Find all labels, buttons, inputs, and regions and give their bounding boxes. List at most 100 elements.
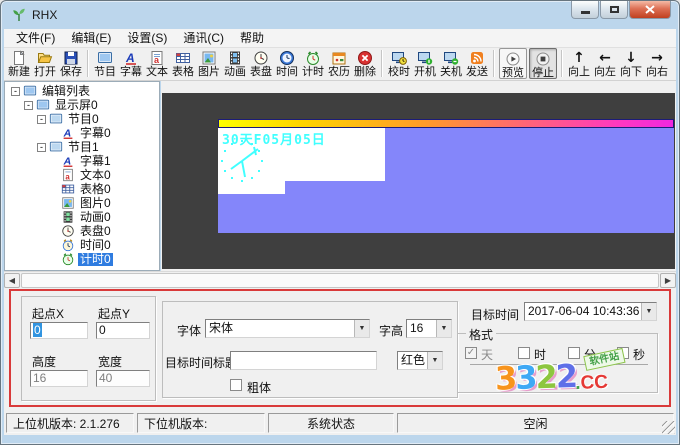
tree-item-display0[interactable]: - 显示屏0 (5, 98, 159, 112)
toolbar-subtitle-button[interactable]: A 字幕 (118, 48, 144, 78)
target-time-label: 目标时间 (471, 308, 520, 322)
maximize-icon (609, 6, 619, 13)
dropdown-button[interactable]: ▼ (641, 303, 656, 320)
toolbar-program-button[interactable]: 节目 (92, 48, 118, 78)
dropdown-button[interactable]: ▼ (436, 320, 451, 337)
tree-item-time0[interactable]: 时间0 (5, 238, 159, 252)
tree-item-table0[interactable]: 表格0 (5, 182, 159, 196)
title-bar: RHX (1, 1, 679, 29)
toolbar-separator (493, 50, 495, 77)
dropdown-button[interactable]: ▼ (354, 320, 369, 337)
resize-grip[interactable] (662, 421, 675, 434)
toolbar-separator (381, 50, 383, 77)
target-time-title-input[interactable] (230, 351, 377, 370)
toolbar-animation-button[interactable]: 动画 (222, 48, 248, 78)
font-combobox[interactable]: 宋体 ▼ (205, 319, 370, 338)
start-y-input[interactable]: 0 (96, 322, 150, 339)
toolbar-move-left-button[interactable]: ← 向左 (592, 48, 618, 78)
color-combobox[interactable]: 红色 ▼ (397, 351, 443, 370)
toolbar-sync-time-button[interactable]: 校时 (386, 48, 412, 78)
toolbar-preview-button[interactable]: 预览 (499, 48, 527, 79)
toolbar-time-button[interactable]: 时间 (274, 48, 300, 78)
toolbar-save-button[interactable]: 保存 (58, 48, 84, 78)
target-time-picker[interactable]: 2017-06-04 10:43:36 ▼ (524, 302, 657, 321)
toolbar-power-on-button[interactable]: 开机 (412, 48, 438, 78)
dropdown-button[interactable]: ▼ (427, 352, 442, 369)
close-button[interactable] (629, 1, 671, 19)
menu-help[interactable]: 帮助 (232, 29, 272, 48)
close-icon (645, 5, 655, 14)
format-hour-checkbox[interactable] (518, 347, 530, 359)
time-clock-icon (61, 238, 75, 252)
format-day-checkbox[interactable]: ✓ (465, 347, 477, 359)
toolbar-dial-button[interactable]: 表盘 (248, 48, 274, 78)
toolbar-timer-button[interactable]: 计时 (300, 48, 326, 78)
collapse-toggle[interactable]: - (11, 86, 20, 96)
width-input[interactable]: 40 (96, 370, 150, 387)
maximize-button[interactable] (600, 1, 628, 19)
tree-item-subtitle1[interactable]: A 字幕1 (5, 154, 159, 168)
tree-item-timer0[interactable]: 计时0 (5, 252, 159, 266)
menu-settings[interactable]: 设置(S) (119, 29, 175, 48)
toolbar-new-button[interactable]: 新建 (6, 48, 32, 78)
toolbar: 新建 打开 保存 节目 A 字幕 a 文本 表格 图片 动画 表盘 时间 计时 … (4, 48, 676, 81)
start-x-input[interactable]: 0 (30, 322, 88, 339)
collapse-toggle[interactable]: - (24, 100, 33, 110)
height-input[interactable]: 16 (30, 370, 88, 387)
tree-item-program0[interactable]: - 节目0 (5, 112, 159, 126)
gradient-bar-element[interactable] (218, 119, 674, 128)
toolbar-separator (87, 50, 89, 77)
horizontal-scrollbar[interactable]: ◀ ▶ (4, 271, 676, 288)
chevron-down-icon: ▼ (440, 325, 448, 332)
toolbar-move-up-button[interactable]: ↑ 向上 (566, 48, 592, 78)
bold-label: 粗体 (247, 381, 272, 395)
menu-bar: 文件(F) 编辑(E) 设置(S) 通讯(C) 帮助 (4, 29, 676, 48)
preview-panel: 30天F05月05日 (161, 81, 676, 271)
toolbar-stop-button[interactable]: 停止 (529, 48, 557, 79)
tree-item-dial0[interactable]: 表盘0 (5, 224, 159, 238)
toolbar-move-right-button[interactable]: → 向右 (644, 48, 670, 78)
toolbar-text-button[interactable]: a 文本 (144, 48, 170, 78)
menu-file[interactable]: 文件(F) (8, 29, 63, 48)
picture-icon (61, 196, 75, 210)
scrollbar-thumb[interactable] (21, 273, 659, 288)
film-strip-icon (227, 50, 243, 66)
tree-item-picture0[interactable]: 图片0 (5, 196, 159, 210)
menu-comm[interactable]: 通讯(C) (175, 29, 232, 48)
timer-clock-icon (61, 252, 75, 266)
target-time-title-label: 目标时间标题 (165, 356, 238, 370)
analog-clock-element[interactable] (218, 137, 266, 185)
power-off-icon (443, 50, 459, 66)
bold-checkbox[interactable] (230, 379, 242, 391)
collapse-toggle[interactable]: - (37, 114, 46, 124)
minimize-button[interactable] (571, 1, 599, 19)
tree-item-subtitle0[interactable]: A 字幕0 (5, 126, 159, 140)
tree-item-program1[interactable]: - 节目1 (5, 140, 159, 154)
toolbar-move-down-button[interactable]: ↓ 向下 (618, 48, 644, 78)
toolbar-open-button[interactable]: 打开 (32, 48, 58, 78)
tree-item-animation0[interactable]: 动画0 (5, 210, 159, 224)
scroll-left-button[interactable]: ◀ (4, 273, 20, 288)
toolbar-lunar-button[interactable]: 农历 (326, 48, 352, 78)
height-label: 高度 (32, 355, 57, 369)
toolbar-table-button[interactable]: 表格 (170, 48, 196, 78)
menu-edit[interactable]: 编辑(E) (63, 29, 119, 48)
tree-item-text0[interactable]: a 文本0 (5, 168, 159, 182)
scroll-right-button[interactable]: ▶ (660, 273, 676, 288)
toolbar-delete-button[interactable]: 删除 (352, 48, 378, 78)
toolbar-power-off-button[interactable]: 关机 (438, 48, 464, 78)
start-y-label: 起点Y (98, 307, 131, 321)
format-second-checkbox[interactable] (617, 347, 629, 359)
separator-line (470, 364, 648, 365)
picture-icon (201, 50, 217, 66)
font-size-combobox[interactable]: 16 ▼ (406, 319, 452, 338)
chevron-down-icon: ▼ (645, 308, 653, 315)
toolbar-picture-button[interactable]: 图片 (196, 48, 222, 78)
screen-icon (36, 98, 50, 112)
format-minute-checkbox[interactable] (568, 347, 580, 359)
toolbar-send-button[interactable]: 发送 (464, 48, 490, 78)
program-screen-icon (49, 112, 63, 126)
tree-item-edit-list[interactable]: - 编辑列表 (5, 84, 159, 98)
status-system-state-label: 系统状态 (268, 413, 394, 433)
collapse-toggle[interactable]: - (37, 142, 46, 152)
